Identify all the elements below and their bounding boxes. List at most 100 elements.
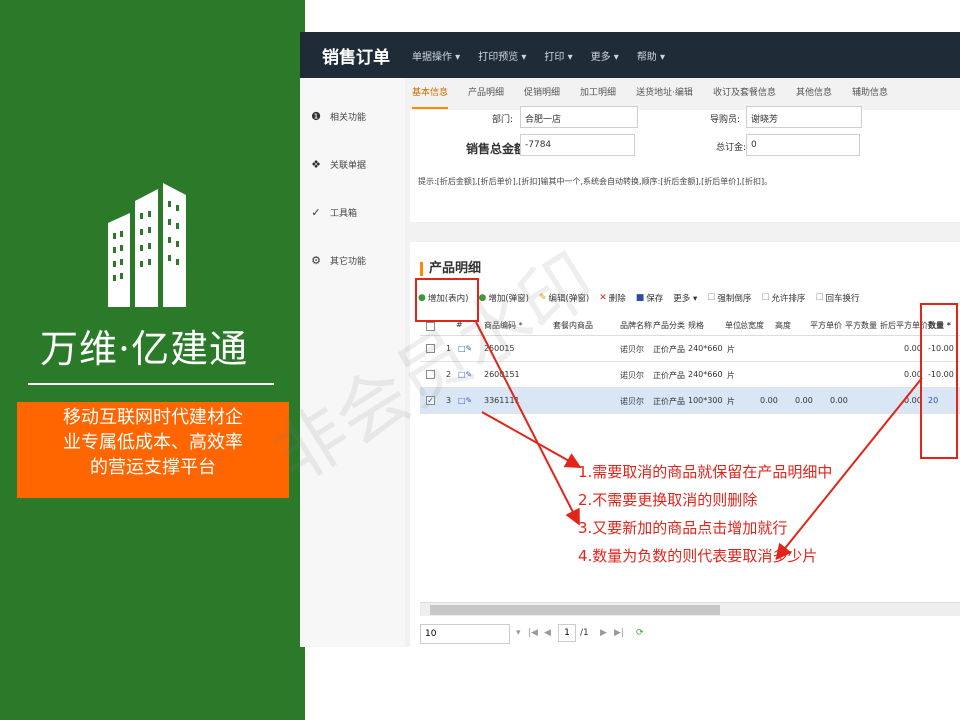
next-page-icon[interactable]: ▶ [600,628,607,638]
horizontal-scrollbar[interactable] [420,602,960,616]
clerk-label: 导购员: [710,115,741,125]
checkbox-icon: ☐ [707,293,716,303]
sidebar-item-linked-docs[interactable]: ❖ 关联单据 [310,158,366,171]
checkbox-icon: ☐ [761,293,770,303]
sidebar-item-related[interactable]: ❶ 相关功能 [310,110,366,123]
slide: 万维·亿建通 移动互联网时代建材企 业专属低成本、高效率 的营运支撑平台 销售订… [0,0,960,720]
button-label: 保存 [646,294,664,304]
hint-text: 提示:[折后金额],[折后单价],[折扣]输其中一个,系统会自动转换,顺序:[折… [418,177,773,186]
menu-more[interactable]: 更多 ▾ [591,48,619,63]
slogan-line: 移动互联网时代建材企 [63,407,243,428]
col-header: 产品分类 [653,321,685,330]
checkbox-label: 允许排序 [771,294,806,304]
pager: 10 ▾ |◀ ◀ 1 /1 ▶ ▶| ⟳ [420,624,960,646]
page-size-chevron-icon: ▾ [516,628,521,638]
more-dropdown[interactable]: 更多 ▾ [673,292,697,304]
menu-print[interactable]: 打印 ▾ [544,48,572,63]
annotation-line: 3.又要新加的商品点击增加就行 [578,519,788,537]
gears-icon: ⚙ [311,253,321,267]
highlight-qty-column [920,303,958,459]
dropbox-icon: ❖ [311,157,321,171]
col-header: 规格 [688,321,704,330]
top-menu: 单据操作 ▾ 打印预览 ▾ 打印 ▾ 更多 ▾ 帮助 ▾ [412,48,665,63]
col-header: 总宽度 [740,321,764,330]
allow-sort-checkbox[interactable]: ☐ 允许排序 [761,292,805,304]
cell-category: 正价产品 [653,397,685,406]
sidebar-item-label: 工具箱 [330,209,358,219]
menu-help[interactable]: 帮助 ▾ [637,48,665,63]
annotation-line: 2.不需要更换取消的则删除 [578,491,758,509]
col-header: 平方数量 [845,321,877,330]
sidebar-item-toolbox[interactable]: ✓ 工具箱 [310,206,357,219]
highlight-add-inline [415,278,479,322]
page-number-input[interactable]: 1 [558,624,576,642]
annotation-line: 1.需要取消的商品就保留在产品明细中 [578,463,833,481]
slogan-box: 移动互联网时代建材企 业专属低成本、高效率 的营运支撑平台 [17,402,289,498]
cell-category: 正价产品 [653,371,685,380]
deposit-field[interactable]: 0 [746,134,860,156]
deposit-label: 总订金: [716,143,747,153]
tab-basic-info[interactable]: 基本信息 [412,85,449,109]
checkbox-label: 回车换行 [825,294,860,304]
wrench-icon: ✓ [311,205,321,219]
info-icon: ❶ [311,109,321,123]
refresh-icon[interactable]: ⟳ [636,628,644,638]
col-header: 单位 [725,321,741,330]
cell-spec: 240*660 [688,344,723,353]
cell-unit: 片 [727,345,735,354]
annotation-notes: 1.需要取消的商品就保留在产品明细中 2.不需要更换取消的则删除 3.又要新加的… [578,458,832,570]
sidebar-item-label: 相关功能 [330,113,367,123]
force-reverse-checkbox[interactable]: ☐ 强制倒序 [707,292,751,304]
sidebar-item-label: 关联单据 [330,161,367,171]
enter-wrap-checkbox[interactable]: ☐ 回车换行 [815,292,859,304]
cell-category: 正价产品 [653,345,685,354]
col-header: 高度 [775,321,791,330]
cell-spec: 100*300 [688,396,723,405]
checkbox-label: 强制倒序 [717,294,752,304]
page-total: /1 [580,628,589,638]
dept-field[interactable]: 合肥一店 [520,106,638,128]
first-page-icon[interactable]: |◀ [528,628,538,638]
tab-product-detail[interactable]: 产品明细 [468,85,504,109]
disk-icon: ■ [635,293,645,303]
cell-sq-price: 0.00 [830,396,848,405]
brand-panel: 万维·亿建通 移动互联网时代建材企 业专属低成本、高效率 的营运支撑平台 [0,0,305,720]
slogan-line: 的营运支撑平台 [90,457,216,478]
checkbox-icon: ☐ [815,293,824,303]
tab-delivery-address[interactable]: 送货地址·编辑 [636,85,693,109]
col-header: 品牌名称 [620,321,652,330]
col-header: 平方单价 [810,321,842,330]
menu-print-preview[interactable]: 打印预览 ▾ [478,48,526,63]
cell-brand: 诺贝尔 [620,345,644,354]
cell-unit: 片 [727,371,735,380]
annotation-line: 4.数量为负数的则代表要取消多少片 [578,547,818,565]
menu-document-ops[interactable]: 单据操作 ▾ [412,48,460,63]
cell-brand: 诺贝尔 [620,371,644,380]
cell-height: 0.00 [795,396,813,405]
cell-brand: 诺贝尔 [620,397,644,406]
basic-info-card: 部门: 合肥一店 导购员: 谢晓芳 销售总金额: -7784 总订金: 0 提示… [410,106,960,222]
scroll-thumb[interactable] [430,605,720,615]
last-page-icon[interactable]: ▶| [614,628,624,638]
page-size-select[interactable]: 10 [420,624,510,644]
slogan-line: 业专属低成本、高效率 [63,432,243,453]
button-label: 删除 [608,294,626,304]
dept-label: 部门: [492,115,514,125]
building-logo-icon [108,183,186,307]
divider [28,383,274,385]
sidebar-item-other[interactable]: ⚙ 其它功能 [310,254,366,267]
cell-spec: 240*660 [688,370,723,379]
table-row[interactable]: ✓ 3 □✎ 3361111 诺贝尔 正价产品 100*300 片 0.00 0… [420,388,960,414]
cell-code: 3361111 [484,396,520,405]
button-label: 更多 ▾ [673,294,698,304]
cell-width: 0.00 [760,396,778,405]
cell-unit: 片 [727,397,735,406]
brand-title: 万维·亿建通 [40,327,249,371]
clerk-field[interactable]: 谢晓芳 [746,106,862,128]
app-title: 销售订单 [322,48,390,68]
amount-field[interactable]: -7784 [520,134,635,156]
top-bar: 销售订单 单据操作 ▾ 打印预览 ▾ 打印 ▾ 更多 ▾ 帮助 ▾ [300,32,960,78]
prev-page-icon[interactable]: ◀ [544,628,551,638]
save-button[interactable]: ■ 保存 [636,292,664,304]
sidebar-item-label: 其它功能 [330,257,367,267]
